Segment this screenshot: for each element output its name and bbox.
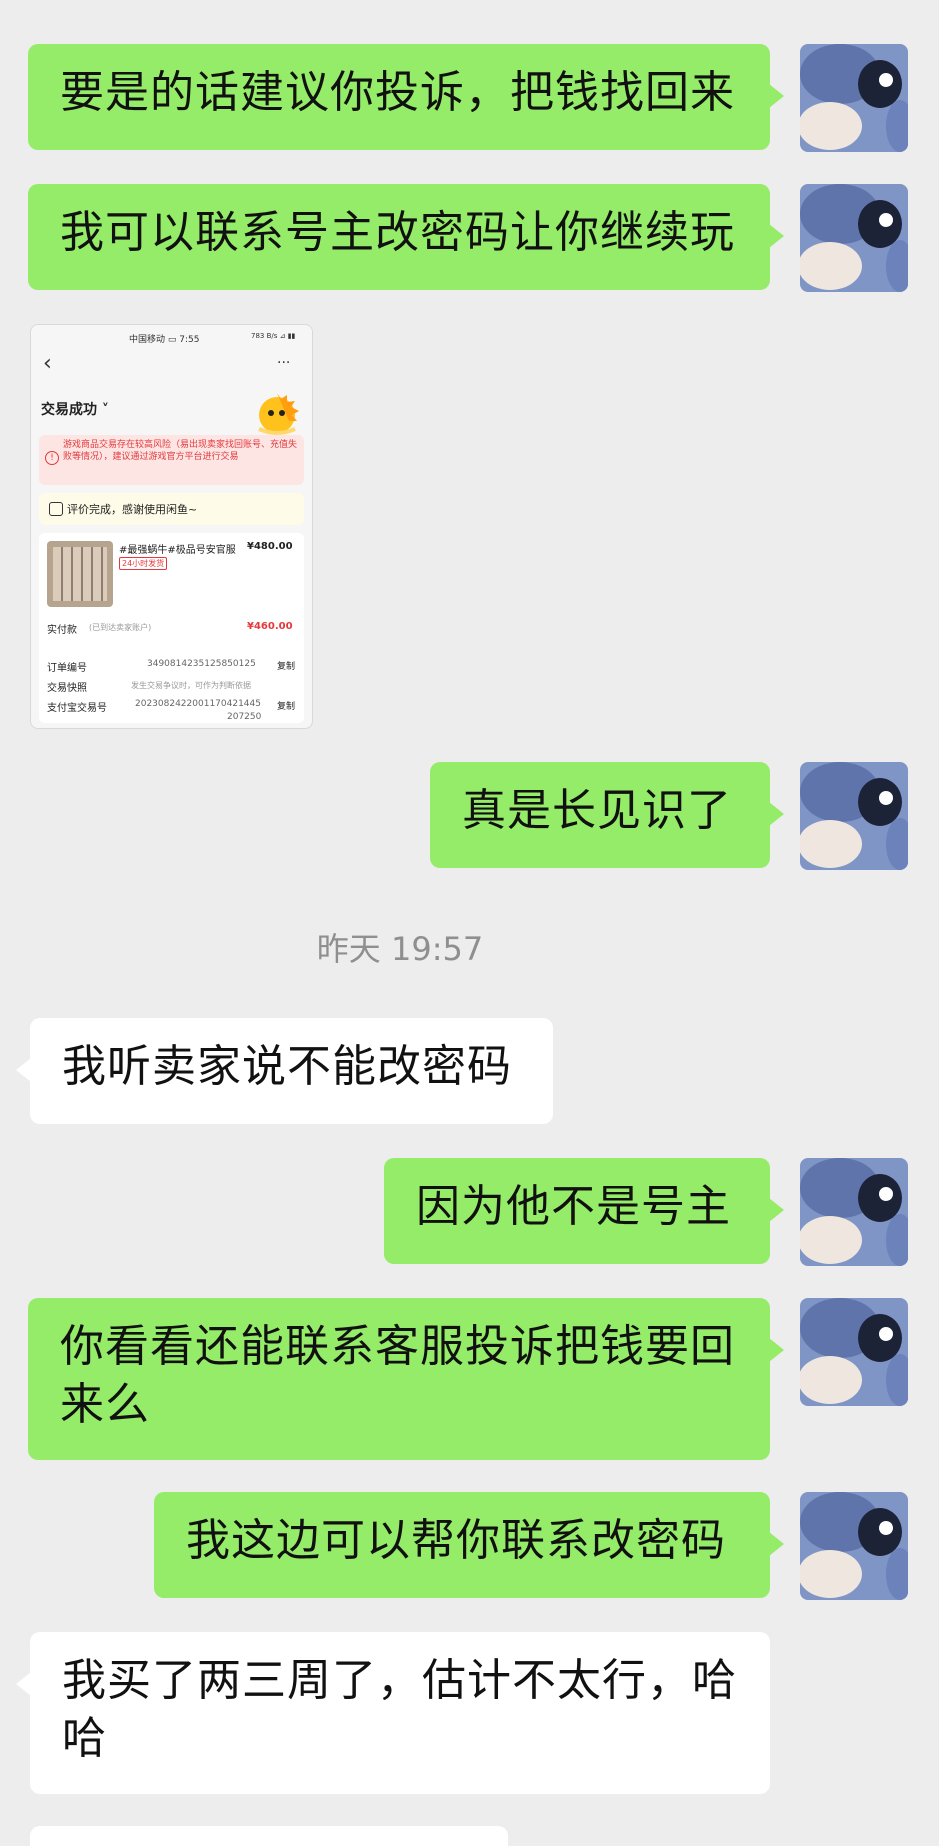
paid-note: (已到达卖家账户) [89, 623, 152, 632]
paid-label: 实付款 [47, 625, 77, 636]
alipay-value: 20230824220011704214​45 [135, 699, 261, 709]
order-label: 订单编号 [47, 663, 87, 674]
item-title: #最强蜗牛#极品号安官服 [119, 545, 236, 556]
my-avatar[interactable] [800, 1298, 908, 1406]
item-thumbnail [47, 541, 113, 607]
my-avatar[interactable] [800, 1158, 908, 1266]
message-bubble[interactable]: 我听卖家说不能改密码 [16, 1018, 553, 1124]
warning-text: 游戏商品交易存在较高风险（易出现卖家找回账号、充值失败等情况），建议通过游戏官方… [63, 440, 298, 462]
stitch-avatar-icon [800, 762, 908, 870]
risk-warning: ! 游戏商品交易存在较高风险（易出现卖家找回账号、充值失败等情况），建议通过游戏… [39, 435, 304, 485]
snapshot-label: 交易快照 [47, 683, 87, 694]
stitch-avatar-icon [800, 1158, 908, 1266]
message-bubble[interactable]: 因为他不是号主 [384, 1158, 784, 1264]
item-badge: 24小时发货 [119, 557, 168, 570]
image-message[interactable]: 中国移动 ▭ 7:55 783 B/s ⊿ ▮▮ ‹ ··· 交易成功 ˅ ! … [30, 324, 313, 729]
mascot-icon [258, 393, 299, 435]
message-bubble[interactable]: 你看看还能联系客服投诉把钱要回来么 [28, 1298, 784, 1460]
copy-alipay-button[interactable]: 复制 [277, 699, 295, 712]
review-text: 评价完成，感谢使用闲鱼~ [67, 503, 198, 516]
order-value: 3490814235125850125 [147, 659, 256, 669]
snapshot-value: 发生交易争议时，可作为判断依据 [131, 681, 251, 690]
review-row[interactable]: 评价完成，感谢使用闲鱼~ [39, 493, 304, 525]
status-right: 783 B/s ⊿ ▮▮ [251, 332, 296, 340]
copy-order-button[interactable]: 复制 [277, 659, 295, 672]
more-icon: ··· [277, 355, 291, 371]
message-bubble[interactable]: 我可以联系号主改密码让你继续玩 [28, 184, 784, 290]
my-avatar[interactable] [800, 44, 908, 152]
alipay-value-cont: 207250 [227, 712, 262, 722]
item-price: ¥480.00 [247, 541, 293, 552]
my-avatar[interactable] [800, 184, 908, 292]
warning-icon: ! [45, 451, 59, 465]
stitch-avatar-icon [800, 44, 908, 152]
trade-title: 交易成功 ˅ [41, 402, 109, 418]
review-icon [49, 502, 63, 516]
item-card[interactable]: #最强蜗牛#极品号安官服 ¥480.00 24小时发货 实付款 (已到达卖家账户… [39, 533, 304, 723]
status-carrier: 中国移动 ▭ 7:55 [129, 335, 200, 345]
next-message-bubble-partial[interactable] [30, 1826, 508, 1846]
stitch-avatar-icon [800, 184, 908, 292]
my-avatar[interactable] [800, 762, 908, 870]
stitch-avatar-icon [800, 1298, 908, 1406]
paid-value: ¥460.00 [247, 621, 293, 632]
message-bubble[interactable]: 要是的话建议你投诉，把钱找回来 [28, 44, 784, 150]
alipay-label: 支付宝交易号 [47, 703, 107, 714]
message-bubble[interactable]: 真是长见识了 [430, 762, 784, 868]
chat-timestamp: 昨天 19:57 [316, 930, 484, 968]
my-avatar[interactable] [800, 1492, 908, 1600]
back-icon: ‹ [43, 351, 52, 376]
stitch-avatar-icon [800, 1492, 908, 1600]
message-bubble[interactable]: 我这边可以帮你联系改密码 [154, 1492, 784, 1598]
message-bubble[interactable]: 我买了两三周了，估计不太行，哈哈 [16, 1632, 770, 1794]
